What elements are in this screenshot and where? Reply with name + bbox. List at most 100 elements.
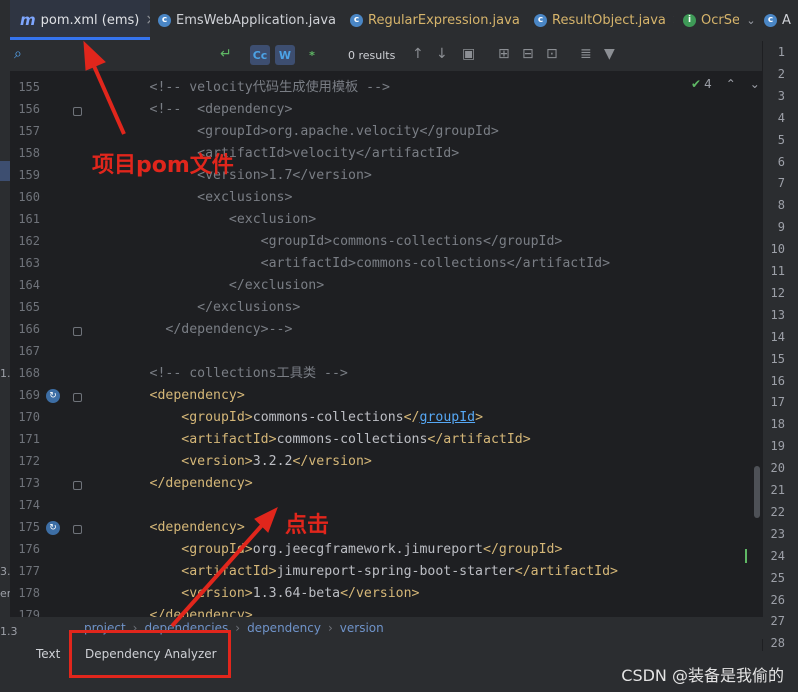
fold-marker-icon[interactable] (73, 481, 82, 490)
line-number: 179 (18, 608, 40, 617)
match-case-button[interactable]: Cc (250, 45, 270, 65)
line-number: 2 (777, 66, 785, 81)
chevron-up-icon[interactable]: ⌃ (726, 77, 736, 91)
code-line[interactable]: </dependency> (86, 605, 253, 617)
code-line[interactable]: <version>3.2.2</version> (86, 451, 372, 473)
tab-label: RegularExpression.java (368, 12, 520, 28)
line-number: 5 (777, 132, 785, 147)
code-line[interactable]: </dependency> (86, 473, 253, 495)
code-line[interactable]: <artifactId>commons-collections</artifac… (86, 253, 610, 275)
line-number: 167 (18, 344, 40, 358)
maven-m-icon: m (20, 11, 36, 29)
left-strip-text: 1.3 (0, 625, 18, 638)
newline-icon[interactable]: ↵ (220, 46, 232, 62)
tab-text[interactable]: Text (36, 647, 60, 661)
line-number: 173 (18, 476, 40, 490)
words-button[interactable]: W (275, 45, 295, 65)
arrow-up-icon[interactable]: ↑ (412, 46, 424, 62)
more-tabs-icon[interactable]: ⌄ (741, 0, 761, 40)
line-number: 4 (777, 110, 785, 125)
chevron-down-icon[interactable]: ⌄ (750, 77, 760, 91)
line-number: 14 (770, 329, 785, 344)
fold-marker-icon[interactable] (73, 327, 82, 336)
line-number: 172 (18, 454, 40, 468)
line-number: 18 (770, 417, 785, 432)
breadcrumb-item[interactable]: version (340, 621, 384, 635)
tab-resultobject[interactable]: c ResultObject.java × (534, 0, 674, 40)
close-icon[interactable]: × (672, 12, 674, 28)
close-icon[interactable]: × (145, 12, 150, 28)
fold-marker-icon[interactable] (73, 525, 82, 534)
filter-icon[interactable]: ▼ (604, 46, 615, 62)
annotation-click-label: 点击 (285, 513, 330, 538)
line-number: 25 (770, 570, 785, 585)
code-line[interactable]: <version>1.3.64-beta</version> (86, 583, 419, 605)
regex-button[interactable]: * (302, 45, 322, 65)
line-number: 3 (777, 88, 785, 103)
code-line[interactable]: <artifactId>commons-collections</artifac… (86, 429, 530, 451)
tab-label: EmsWebApplication.java (176, 12, 336, 28)
select-all-occurrences-icon[interactable]: ⊡ (546, 46, 558, 62)
code-line[interactable]: <dependency> (86, 517, 245, 539)
line-number: 159 (18, 168, 40, 182)
code-line[interactable]: <exclusion> (86, 209, 316, 231)
tab-pom-xml[interactable]: m pom.xml (ems) × (10, 0, 150, 40)
editor-tab-bar: m pom.xml (ems) × c EmsWebApplication.ja… (0, 0, 798, 42)
code-line[interactable]: <!-- collections工具类 --> (86, 363, 348, 385)
code-line[interactable]: <groupId>org.apache.velocity</groupId> (86, 121, 499, 143)
tab-regularexpression[interactable]: c RegularExpression.java × (350, 0, 522, 40)
line-number: 23 (770, 526, 785, 541)
code-line[interactable]: </exclusion> (86, 275, 324, 297)
line-number: 168 (18, 366, 40, 380)
tab-label: A (782, 12, 791, 28)
chevron-right-icon: › (235, 621, 241, 635)
code-line[interactable]: <!-- velocity代码生成使用模板 --> (86, 77, 390, 99)
search-icon[interactable]: ⌕ (14, 46, 22, 62)
search-input[interactable] (32, 45, 216, 69)
code-line[interactable]: </dependency>--> (86, 319, 292, 341)
maven-dependency-icon[interactable]: ↻ (46, 389, 60, 403)
line-number: 170 (18, 410, 40, 424)
arrow-down-icon[interactable]: ↓ (436, 46, 448, 62)
search-results-count: 0 results (348, 49, 396, 62)
filter-options-icon[interactable]: ≣ (580, 46, 592, 62)
code-line[interactable]: <groupId>org.jeecgframework.jimureport</… (86, 539, 562, 561)
remove-selection-icon[interactable]: ⊟ (522, 46, 534, 62)
line-number: 7 (777, 176, 785, 191)
editor-scrollbar[interactable] (754, 466, 760, 518)
line-number: 12 (770, 285, 785, 300)
watermark: CSDN @装备是我偷的 (621, 666, 784, 685)
tab-ocrse[interactable]: i OcrSe (683, 0, 739, 40)
chevron-right-icon: › (327, 621, 333, 635)
fold-marker-icon[interactable] (73, 107, 82, 116)
code-line[interactable]: <groupId>commons-collections</groupId> (86, 407, 483, 429)
breadcrumb-item[interactable]: dependency (247, 621, 321, 635)
code-line[interactable]: </exclusions> (86, 297, 300, 319)
class-c-icon: c (764, 13, 777, 27)
code-line[interactable]: <!-- <dependency> (86, 99, 293, 121)
change-marker (745, 549, 747, 563)
class-c-icon: c (158, 13, 171, 27)
tab-label: ResultObject.java (552, 12, 666, 28)
open-in-window-icon[interactable]: ▣ (462, 46, 475, 62)
line-number: 20 (770, 461, 785, 476)
right-split-gutter: 1 2 3 4 5 6 7 8 9 10 11 12 13 14 15 16 17 18 19 20 21 22 23 24 2… (762, 41, 798, 651)
line-number: 175 (18, 520, 40, 534)
class-c-icon: c (350, 13, 363, 27)
selection-marker (0, 161, 10, 181)
fold-marker-icon[interactable] (73, 393, 82, 402)
line-number: 10 (770, 242, 785, 257)
code-line[interactable]: <exclusions> (86, 187, 292, 209)
line-number: 178 (18, 586, 40, 600)
add-selection-icon[interactable]: ⊞ (498, 46, 510, 62)
tab-emswebapplication[interactable]: c EmsWebApplication.java × (158, 0, 341, 40)
maven-dependency-icon[interactable]: ↻ (46, 521, 60, 535)
code-line[interactable]: <artifactId>jimureport-spring-boot-start… (86, 561, 618, 583)
code-line[interactable]: <dependency> (86, 385, 245, 407)
tab-right-pane[interactable]: c A (764, 0, 798, 40)
inspection-widget[interactable]: ✔ 4 ⌃ ⌄ (691, 77, 760, 91)
problems-count: 4 (704, 77, 712, 91)
class-c-icon: c (534, 13, 547, 27)
line-number: 19 (770, 439, 785, 454)
code-line[interactable]: <groupId>commons-collections</groupId> (86, 231, 563, 253)
